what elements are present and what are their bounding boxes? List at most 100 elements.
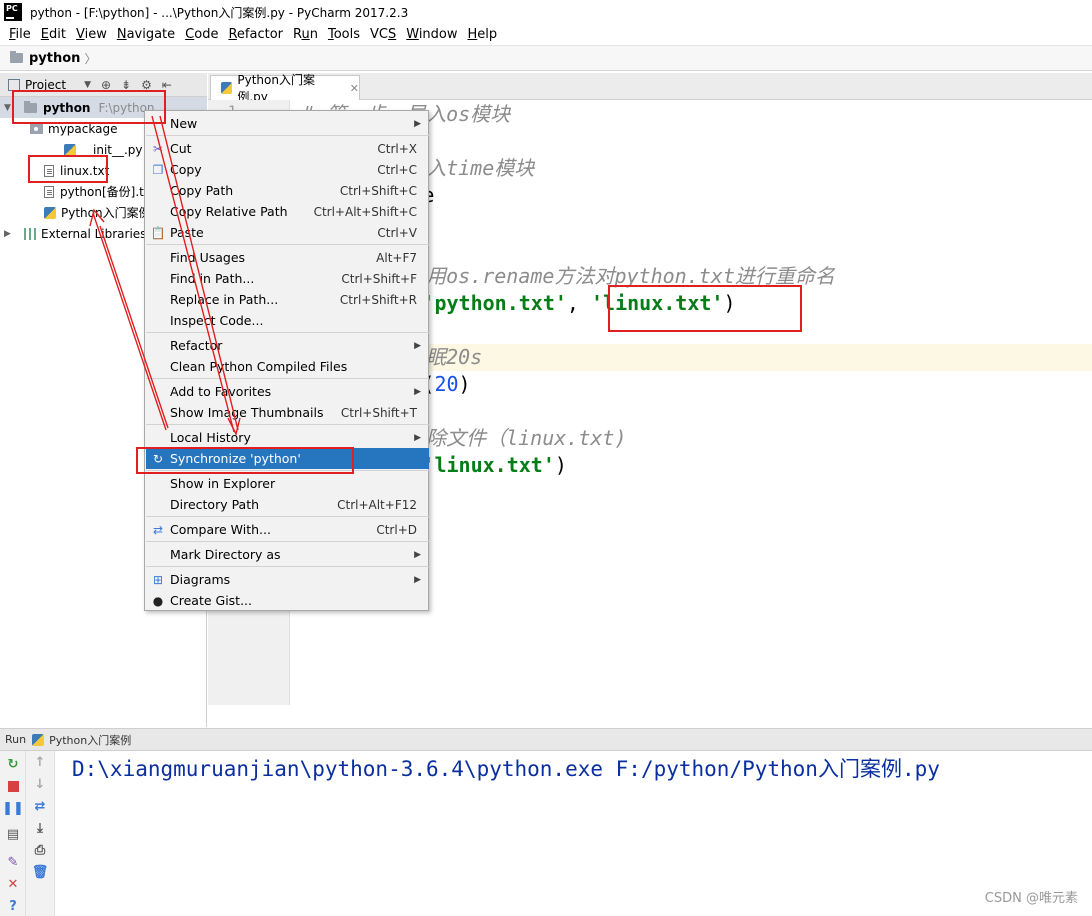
collapse-all-icon[interactable]: ⇟ — [121, 78, 131, 92]
menu-bar: File Edit View Navigate Code Refactor Run Tools… — [0, 24, 1092, 44]
tree-item-linux-txt[interactable]: linux.txt — [44, 160, 109, 181]
menu-file[interactable]: File — [4, 27, 36, 42]
menu-icon-slot — [146, 402, 170, 423]
help-icon[interactable]: ? — [6, 899, 20, 914]
breadcrumb-chevron-icon: 〉 — [84, 51, 97, 66]
menu-icon-slot — [146, 289, 170, 310]
arrow-down-icon[interactable]: ↓ — [33, 777, 47, 792]
context-menu-item-new[interactable]: New ▶ — [146, 113, 429, 134]
project-view-label[interactable]: Project — [25, 78, 66, 92]
context-menu-item-diagrams[interactable]: ⊞ Diagrams ▶ — [146, 569, 429, 590]
scroll-from-source-icon[interactable]: ⊕ — [101, 78, 111, 92]
context-menu-item-copy[interactable]: ❐ Copy Ctrl+C — [146, 159, 429, 180]
window-title: python - [F:\python] - ...\Python入门案例.py… — [30, 5, 409, 20]
close-icon[interactable]: ✕ — [6, 877, 20, 892]
pin-icon[interactable]: ✎ — [6, 855, 20, 870]
context-menu-item-directory-path[interactable]: Directory Path Ctrl+Alt+F12 — [146, 494, 429, 515]
menu-icon-slot — [146, 473, 170, 494]
close-icon[interactable]: ✕ — [350, 82, 359, 95]
context-menu-label: Clean Python Compiled Files — [170, 359, 348, 374]
layout-icon[interactable]: ▤ — [6, 827, 20, 842]
context-menu-label: Diagrams — [170, 572, 231, 587]
chevron-right-icon: ▶ — [414, 574, 421, 585]
context-menu-shortcut: Alt+F7 — [376, 250, 417, 265]
context-menu-item-replace-in-path[interactable]: Replace in Path... Ctrl+Shift+R — [146, 289, 429, 310]
chevron-down-icon[interactable]: ▼ — [84, 80, 91, 90]
context-menu-item-paste[interactable]: 📋 Paste Ctrl+V — [146, 222, 429, 243]
context-menu-label: Copy Relative Path — [170, 204, 288, 219]
chevron-down-icon[interactable]: ▼ — [4, 103, 16, 113]
menu-icon-slot — [146, 268, 170, 289]
menu-code[interactable]: Code — [180, 27, 223, 42]
context-menu-item-show-in-explorer[interactable]: Show in Explorer — [146, 473, 429, 494]
python-file-icon — [64, 143, 76, 156]
menu-icon-slot — [146, 335, 170, 356]
menu-icon-slot — [146, 113, 170, 134]
code-token-str: 'python.txt' — [422, 291, 567, 315]
folder-icon — [24, 100, 37, 113]
context-menu-label: Paste — [170, 225, 204, 240]
context-menu-item-compare-with[interactable]: ⇄ Compare With... Ctrl+D — [146, 519, 429, 540]
context-menu-item-mark-directory-as[interactable]: Mark Directory as ▶ — [146, 544, 429, 565]
context-menu-item-local-history[interactable]: Local History ▶ — [146, 427, 429, 448]
soft-wrap-icon[interactable]: ⇄ — [33, 799, 47, 814]
print-icon[interactable]: ⎙ — [33, 843, 47, 858]
context-menu-item-find-in-path[interactable]: Find in Path... Ctrl+Shift+F — [146, 268, 429, 289]
context-menu-item-inspect-code[interactable]: Inspect Code... — [146, 310, 429, 331]
chevron-right-icon: ▶ — [414, 432, 421, 443]
context-menu-item-cut[interactable]: ✂ Cut Ctrl+X — [146, 138, 429, 159]
run-console[interactable]: D:\xiangmuruanjian\python-3.6.4\python.e… — [56, 751, 1092, 916]
menu-refactor[interactable]: Refactor — [223, 27, 288, 42]
menu-navigate[interactable]: Navigate — [112, 27, 180, 42]
menu-help[interactable]: Help — [463, 27, 503, 42]
scroll-to-end-icon[interactable]: ⤓ — [33, 821, 47, 836]
context-menu-item-clean-python-compiled-files[interactable]: Clean Python Compiled Files — [146, 356, 429, 377]
context-menu-item-show-image-thumbnails[interactable]: Show Image Thumbnails Ctrl+Shift+T — [146, 402, 429, 423]
menu-icon-slot — [146, 180, 170, 201]
context-menu-label: Mark Directory as — [170, 547, 281, 562]
menu-edit[interactable]: Edit — [36, 27, 71, 42]
context-menu-label: Find in Path... — [170, 271, 255, 286]
editor-tab-main[interactable]: Python入门案例.py ✕ — [210, 73, 360, 104]
breadcrumb-project[interactable]: python — [29, 51, 80, 66]
chevron-right-icon[interactable]: ▶ — [4, 229, 16, 239]
navigation-bar: python 〉 — [0, 45, 1092, 71]
context-menu-shortcut: Ctrl+V — [377, 225, 417, 240]
menu-window[interactable]: Window — [401, 27, 462, 42]
hide-panel-icon[interactable]: ⇤ — [162, 78, 172, 92]
tree-item-init[interactable]: __init__.py — [64, 139, 143, 160]
copy-icon: ❐ — [152, 162, 164, 177]
menu-separator — [146, 135, 429, 136]
menu-icon-slot — [146, 494, 170, 515]
tree-item-backup-txt[interactable]: python[备份].txt — [44, 181, 156, 202]
menu-separator — [146, 566, 429, 567]
arrow-up-icon[interactable]: ↑ — [33, 755, 47, 770]
menu-vcs[interactable]: VCS — [365, 27, 401, 42]
chevron-right-icon: ▶ — [414, 386, 421, 397]
context-menu-item-copy-relative-path[interactable]: Copy Relative Path Ctrl+Alt+Shift+C — [146, 201, 429, 222]
console-output-line: D:\xiangmuruanjian\python-3.6.4\python.e… — [72, 757, 940, 781]
tree-item-external-libraries[interactable]: ▶ External Libraries — [4, 223, 146, 244]
trash-icon[interactable]: 🗑 — [32, 865, 49, 880]
context-menu-item-synchronize-python[interactable]: ↻ Synchronize 'python' — [146, 448, 429, 469]
stop-icon[interactable] — [6, 779, 20, 793]
context-menu-item-create-gist[interactable]: ● Create Gist... — [146, 590, 429, 611]
rerun-icon[interactable]: ↻ — [6, 757, 20, 772]
context-menu-item-add-to-favorites[interactable]: Add to Favorites ▶ — [146, 381, 429, 402]
menu-run[interactable]: Run — [288, 27, 323, 42]
run-config-name[interactable]: Python入门案例 — [49, 732, 131, 748]
python-file-icon — [32, 733, 45, 746]
context-menu-label: Find Usages — [170, 250, 246, 265]
pause-icon[interactable]: ❚❚ — [2, 801, 24, 816]
menu-tools[interactable]: Tools — [323, 27, 365, 42]
context-menu-item-copy-path[interactable]: Copy Path Ctrl+Shift+C — [146, 180, 429, 201]
context-menu-item-refactor[interactable]: Refactor ▶ — [146, 335, 429, 356]
tree-item-mypackage[interactable]: mypackage — [30, 118, 117, 139]
gear-icon[interactable]: ⚙ — [141, 78, 152, 92]
sync-icon: ↻ — [152, 451, 164, 466]
context-menu-label: Local History — [170, 430, 251, 445]
context-menu-label: Add to Favorites — [170, 384, 272, 399]
context-menu-item-find-usages[interactable]: Find Usages Alt+F7 — [146, 247, 429, 268]
menu-view[interactable]: View — [71, 27, 112, 42]
code-token-plain: , — [566, 291, 592, 315]
